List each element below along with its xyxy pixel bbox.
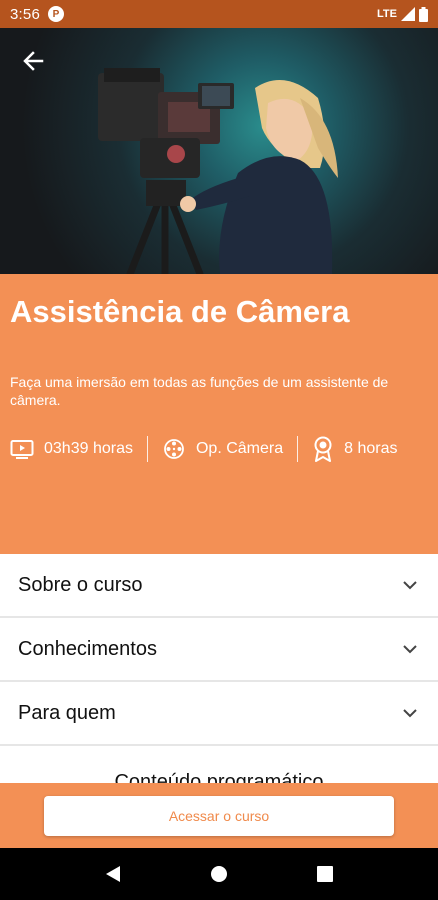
camera-operator-photo [98, 68, 338, 274]
circle-home-icon [211, 866, 227, 882]
battery-icon [419, 6, 428, 22]
award-ribbon-icon [314, 436, 332, 462]
arrow-left-icon [23, 51, 44, 71]
cta-bar: Acessar o curso [0, 783, 438, 848]
meta-divider [146, 436, 148, 462]
meta-duration-text: 03h39 horas [44, 440, 133, 457]
course-title: Assistência de Câmera [10, 294, 350, 329]
system-nav-bar [0, 848, 438, 900]
course-description: Faça uma imersão em todas as funções de … [10, 374, 389, 408]
back-button[interactable] [18, 46, 48, 76]
signal-icon [401, 7, 415, 21]
meta-divider [297, 436, 299, 462]
section-label: Sobre o curso [18, 573, 143, 596]
meta-category-text: Op. Câmera [195, 440, 284, 457]
network-type: LTE [377, 8, 397, 20]
nav-back-button[interactable] [93, 854, 133, 894]
meta-certificate-text: 8 horas [344, 440, 398, 457]
meta-duration: 03h39 horas [10, 439, 133, 459]
film-reel-icon [164, 439, 184, 459]
course-header: Assistência de Câmera Faça uma imersão e… [0, 274, 438, 554]
section-sobre-o-curso[interactable]: Sobre o curso [0, 554, 438, 618]
course-sections: Sobre o curso Conhecimentos Para quem Co… [0, 554, 438, 784]
access-course-button[interactable]: Acessar o curso [44, 795, 394, 836]
section-label: Conhecimentos [18, 637, 157, 660]
square-recents-icon [317, 866, 333, 882]
chevron-down-icon [400, 575, 420, 595]
status-bar: 3:56 P LTE [0, 0, 438, 28]
nav-recents-button[interactable] [305, 854, 345, 894]
section-para-quem[interactable]: Para quem [0, 682, 438, 746]
section-conhecimentos[interactable]: Conhecimentos [0, 618, 438, 682]
status-time: 3:56 [10, 5, 40, 23]
chevron-down-icon [400, 703, 420, 723]
app-notification-icon: P [48, 6, 64, 22]
nav-home-button[interactable] [199, 854, 239, 894]
section-conteudo-programatico[interactable]: Conteúdo programático [0, 746, 438, 784]
meta-certificate: 8 horas [312, 436, 397, 462]
video-play-icon [10, 440, 34, 459]
course-meta: 03h39 horas Op. Câmera 8 horas [10, 434, 428, 464]
meta-category: Op. Câmera [162, 437, 283, 461]
chevron-down-icon [400, 639, 420, 659]
status-indicators: LTE [377, 6, 428, 22]
course-hero-image [0, 28, 438, 274]
section-label: Para quem [18, 701, 116, 724]
triangle-back-icon [106, 866, 120, 882]
